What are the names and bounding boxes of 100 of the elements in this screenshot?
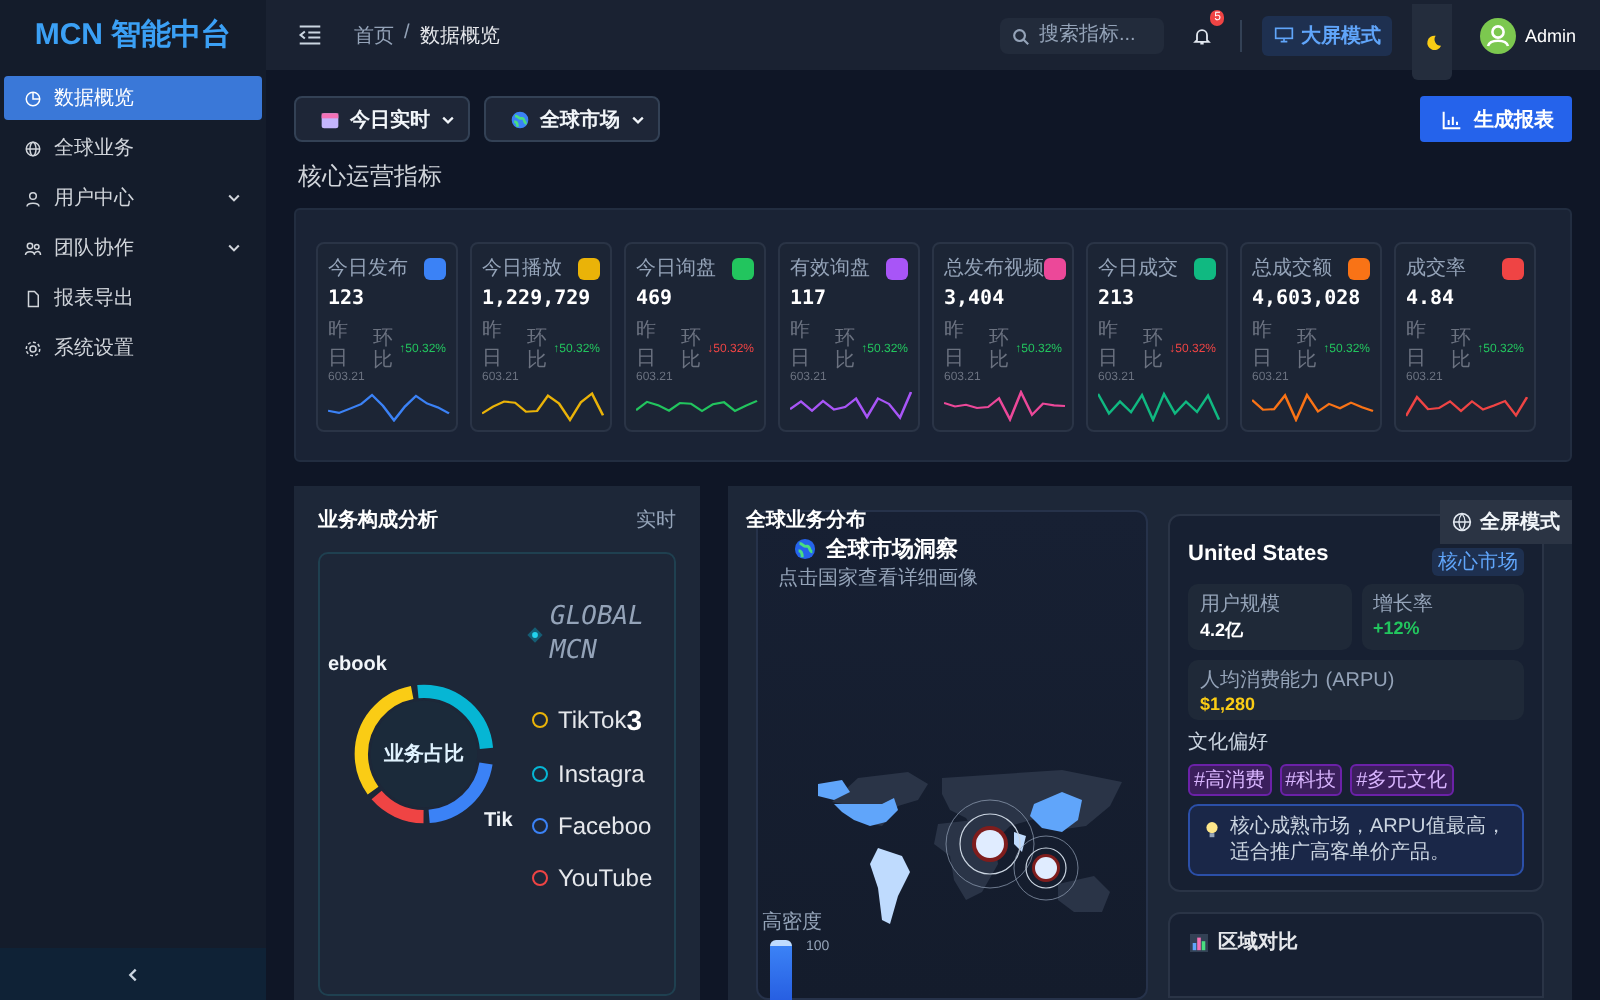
sidebar-item[interactable]: 用户中心 xyxy=(4,176,262,220)
callout-label: ebook xyxy=(328,654,387,676)
yesterday-label: 昨日 xyxy=(636,318,658,371)
card-title: 区域对比 xyxy=(1218,929,1298,956)
theme-toggle-button[interactable] xyxy=(1412,4,1453,80)
donut-center-label: 业务占比 xyxy=(384,741,464,768)
insight-text: 核心成熟市场，ARPU值最高，适合推广高客单价产品。 xyxy=(1230,814,1508,866)
sparkline-drawing xyxy=(1098,390,1220,422)
panel-title: 全球业务分布 xyxy=(746,507,866,534)
yesterday-label: 昨日 xyxy=(944,318,966,371)
metric-label: 总发布视频 xyxy=(944,255,1044,282)
menu-fold-icon[interactable] xyxy=(298,24,322,46)
sidebar-item[interactable]: 数据概览 xyxy=(4,76,262,120)
search-field[interactable]: 搜索指标... xyxy=(1000,17,1165,53)
change-label: 环比 xyxy=(373,328,394,372)
change-label: 环比 xyxy=(1451,328,1472,372)
chevron-left-icon xyxy=(124,965,142,983)
map-subtitle: 点击国家查看详细画像 xyxy=(778,565,980,592)
breadcrumb-link[interactable]: 数据概览 xyxy=(419,21,500,49)
preference-tag: #科技 xyxy=(1279,764,1343,796)
yesterday-label: 昨日 xyxy=(482,318,504,371)
change-label: 环比 xyxy=(835,328,856,372)
bar-chart-icon xyxy=(1190,933,1208,951)
change-label: 环比 xyxy=(989,328,1010,372)
calendar-icon xyxy=(320,109,340,129)
search-icon xyxy=(1012,27,1031,45)
preference-tag: #高消费 xyxy=(1188,764,1272,796)
avatar-icon[interactable] xyxy=(1480,17,1517,53)
metric-value: 3,404 xyxy=(944,288,1007,310)
market-tag: 核心市场 xyxy=(1432,548,1524,576)
globe-icon xyxy=(510,109,530,129)
panel-title: 业务构成分析 xyxy=(318,507,438,534)
preferences-label: 文化偏好 xyxy=(1188,729,1270,756)
moon-icon xyxy=(1423,33,1442,51)
brand-watermark-text: MCN xyxy=(550,635,599,670)
metric-value: 469 xyxy=(636,288,675,310)
sparkline-drawing xyxy=(1406,390,1528,422)
sparkline-drawing xyxy=(790,390,912,422)
filter-dropdown[interactable]: 全球市场 xyxy=(484,96,660,142)
big-screen-button[interactable]: 大屏模式 xyxy=(1262,15,1393,55)
metric-value: 1,229,729 xyxy=(482,288,593,310)
stat-value: $1,280 xyxy=(1200,694,1258,714)
stat-label: 增长率 xyxy=(1373,591,1435,618)
metric-value: 117 xyxy=(790,288,829,310)
metric-value: 123 xyxy=(328,288,367,310)
bell-icon[interactable] xyxy=(1192,25,1213,45)
yesterday-label: 昨日 xyxy=(1252,318,1274,371)
breadcrumb-separator: / xyxy=(404,21,410,47)
country-name: United States xyxy=(1188,542,1329,566)
sparkline-drawing xyxy=(944,390,1066,422)
metric-value: 213 xyxy=(1098,288,1137,310)
filter-dropdown[interactable]: 今日实时 xyxy=(294,96,470,142)
sidebar-item[interactable]: 系统设置 xyxy=(4,326,262,370)
sparkline-drawing xyxy=(482,390,604,422)
monitor-icon xyxy=(1274,26,1295,44)
stat-label: 人均消费能力 (ARPU) xyxy=(1200,667,1397,694)
legend-label: 高密度 xyxy=(762,909,824,936)
map-title: 全球市场洞察 xyxy=(826,535,958,564)
generate-report-button[interactable]: 生成报表 xyxy=(1420,96,1572,142)
stat-label: 用户规模 xyxy=(1200,591,1282,618)
globe-icon xyxy=(1452,512,1472,532)
globe-icon xyxy=(794,538,816,560)
stat-value: +12% xyxy=(1373,618,1422,638)
yesterday-label: 昨日 xyxy=(328,318,350,371)
metric-label: 今日播放 xyxy=(482,255,562,282)
document-icon xyxy=(24,289,42,307)
metric-label: 今日成交 xyxy=(1098,255,1178,282)
section-title: 核心运营指标 xyxy=(298,160,444,194)
preference-tag: #多元文化 xyxy=(1350,764,1454,796)
gear-icon xyxy=(24,339,42,357)
sidebar-item[interactable]: 全球业务 xyxy=(4,126,262,170)
realtime-label: 实时 xyxy=(636,507,676,534)
sidebar-item[interactable]: 报表导出 xyxy=(4,276,262,320)
metric-label: 今日询盘 xyxy=(636,256,716,282)
callout-label: Tik xyxy=(484,810,513,832)
sparkline-drawing xyxy=(1252,390,1374,422)
breadcrumb-link[interactable]: 首页 xyxy=(354,21,394,49)
brand-logo: MCN 智能中台 xyxy=(32,16,234,56)
user-name[interactable]: Admin xyxy=(1524,25,1576,45)
yesterday-label: 昨日 xyxy=(1406,318,1428,371)
metric-value: 4.84 xyxy=(1406,288,1457,310)
yesterday-label: 昨日 xyxy=(790,318,812,371)
chevron-down-icon xyxy=(440,111,456,127)
metric-label: 成交率 xyxy=(1406,255,1466,282)
legend-label: Faceboo xyxy=(558,812,652,840)
globe-icon xyxy=(24,139,42,157)
legend-label: TikTok xyxy=(558,706,627,734)
legend-value: 3 xyxy=(626,704,643,736)
stat-value: 4.2亿 xyxy=(1200,618,1246,644)
sparkline-drawing xyxy=(328,390,450,422)
diamond-icon xyxy=(526,626,544,645)
lightbulb-icon xyxy=(1204,820,1220,840)
user-icon xyxy=(24,189,42,207)
pie-chart-icon xyxy=(24,89,42,107)
metric-label: 总成交额 xyxy=(1252,255,1332,282)
fullscreen-button[interactable]: 全屏模式 xyxy=(1440,500,1572,544)
change-label: 环比 xyxy=(681,328,702,372)
metric-label: 有效询盘 xyxy=(790,256,870,282)
sidebar-item[interactable]: 团队协作 xyxy=(4,226,262,270)
legend-label: YouTube xyxy=(558,864,653,892)
